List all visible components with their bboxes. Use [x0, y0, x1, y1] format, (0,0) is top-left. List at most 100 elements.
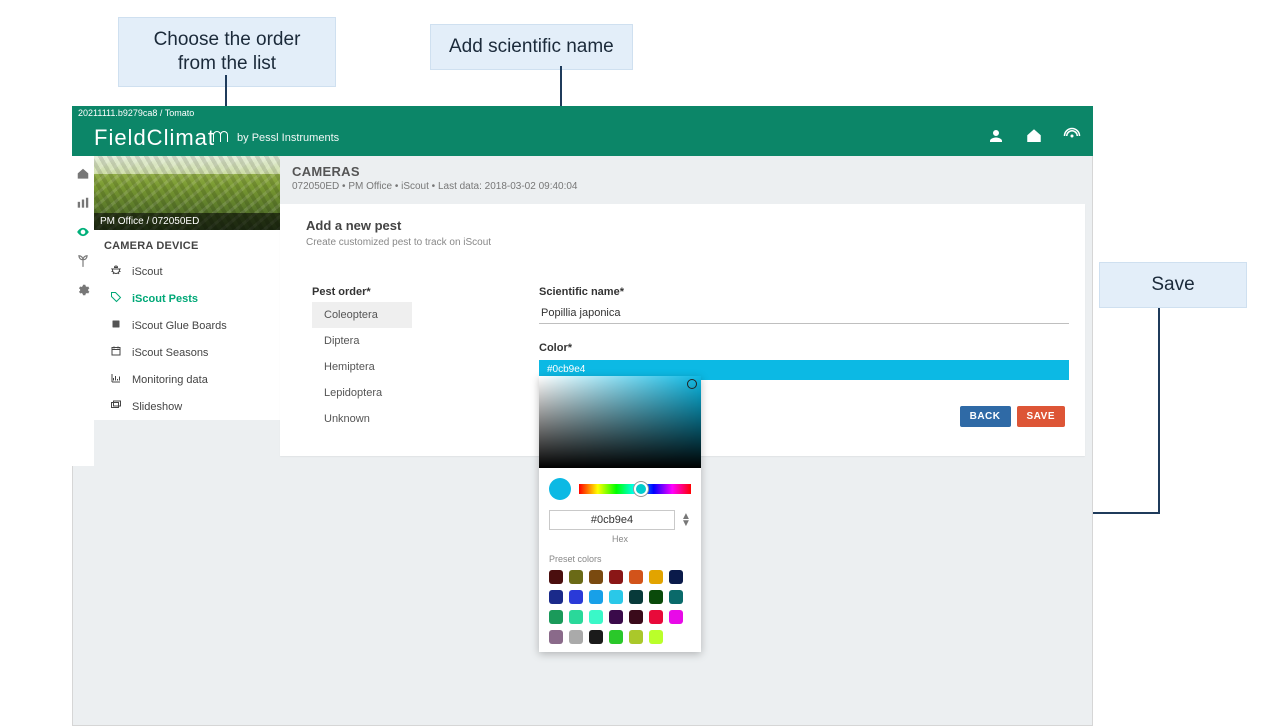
preset-color-swatch[interactable]	[549, 590, 563, 604]
broadcast-icon[interactable]	[1063, 127, 1081, 150]
save-button[interactable]: SAVE	[1017, 406, 1066, 427]
preset-color-swatch[interactable]	[549, 570, 563, 584]
brand-byline: by Pessl Instruments	[237, 132, 339, 144]
current-color-swatch	[549, 478, 571, 500]
eye-icon[interactable]	[76, 224, 91, 239]
sprout-icon[interactable]	[76, 253, 91, 268]
order-dropdown-list[interactable]: ColeopteraDipteraHemipteraLepidopteraUnk…	[312, 302, 412, 432]
sidebar-item-label: iScout Glue Boards	[132, 320, 227, 332]
brand-text: FieldClimat	[94, 125, 215, 151]
callout-scientific: Add scientific name	[430, 24, 633, 70]
hex-stepper[interactable]: ▲▼	[681, 513, 691, 527]
callout-order: Choose the orderfrom the list	[118, 17, 336, 87]
preset-colors-label: Preset colors	[549, 554, 691, 564]
page-subtitle: 072050ED • PM Office • iScout • Last dat…	[292, 181, 1073, 192]
preset-color-swatch[interactable]	[569, 570, 583, 584]
preset-color-swatch[interactable]	[669, 590, 683, 604]
preset-color-swatch[interactable]	[569, 590, 583, 604]
callout-line	[1084, 512, 1160, 514]
callout-order-text: Choose the orderfrom the list	[154, 29, 301, 74]
preset-color-swatch[interactable]	[669, 610, 683, 624]
house-icon[interactable]	[1025, 127, 1043, 150]
preset-color-swatch[interactable]	[669, 570, 683, 584]
page-title: CAMERAS	[292, 164, 1073, 179]
preset-color-swatch[interactable]	[649, 630, 663, 644]
sidebar-item-monitoring-data[interactable]: Monitoring data	[94, 366, 280, 393]
preset-color-swatch[interactable]	[589, 570, 603, 584]
order-option[interactable]: Lepidoptera	[312, 380, 412, 406]
sidebar-item-label: iScout Pests	[132, 293, 198, 305]
order-label: Pest order*	[312, 286, 371, 298]
left-rail	[72, 156, 94, 466]
sidebar-item-iscout-pests[interactable]: iScout Pests	[94, 285, 280, 312]
callout-save: Save	[1099, 262, 1247, 308]
brand-logo: FieldClimat	[94, 125, 227, 151]
order-option[interactable]: Hemiptera	[312, 354, 412, 380]
preset-color-swatch[interactable]	[649, 570, 663, 584]
preset-color-swatch[interactable]	[589, 630, 603, 644]
saturation-handle[interactable]	[687, 379, 697, 389]
camera-caption: PM Office / 072050ED	[94, 213, 280, 230]
card-description: Create customized pest to track on iScou…	[306, 237, 1067, 248]
preset-colors-grid	[549, 570, 691, 644]
slides-icon	[110, 399, 122, 414]
bug-icon	[110, 264, 122, 279]
color-label: Color*	[539, 342, 1069, 354]
hue-handle[interactable]	[634, 482, 648, 496]
preset-color-swatch[interactable]	[569, 610, 583, 624]
scientific-name-label: Scientific name*	[539, 286, 1069, 298]
calendar-icon	[110, 345, 122, 360]
scientific-name-input[interactable]: Popillia japonica	[539, 304, 1069, 324]
color-field-group: Color* #0cb9e4	[539, 342, 1069, 380]
preset-color-swatch[interactable]	[629, 590, 643, 604]
header-icons	[987, 127, 1081, 150]
form-buttons: BACK SAVE	[960, 406, 1065, 427]
preset-color-swatch[interactable]	[549, 610, 563, 624]
preset-color-swatch[interactable]	[629, 570, 643, 584]
camera-side-panel: PM Office / 072050ED CAMERA DEVICE iScou…	[94, 156, 280, 420]
square-icon	[110, 318, 122, 333]
preset-color-swatch[interactable]	[609, 610, 623, 624]
gear-icon[interactable]	[76, 282, 91, 297]
hex-label: Hex	[549, 534, 691, 544]
saturation-area[interactable]	[539, 376, 701, 468]
sidebar-item-label: iScout Seasons	[132, 347, 208, 359]
sidebar-item-slideshow[interactable]: Slideshow	[94, 393, 280, 420]
preset-color-swatch[interactable]	[589, 610, 603, 624]
sidebar-item-label: iScout	[132, 266, 163, 278]
preset-color-swatch[interactable]	[609, 630, 623, 644]
sidebar-item-iscout-seasons[interactable]: iScout Seasons	[94, 339, 280, 366]
preset-color-swatch[interactable]	[609, 570, 623, 584]
app-window: 20211111.b9279ca8 / Tomato FieldClimat b…	[72, 106, 1093, 726]
app-header: FieldClimat by Pessl Instruments	[72, 120, 1093, 156]
device-header: CAMERA DEVICE	[94, 230, 280, 258]
sidebar-item-label: Monitoring data	[132, 374, 208, 386]
preset-color-swatch[interactable]	[629, 630, 643, 644]
scientific-name-field-group: Scientific name* Popillia japonica	[539, 286, 1069, 324]
callout-line	[1158, 308, 1160, 514]
sidebar-item-iscout-glue-boards[interactable]: iScout Glue Boards	[94, 312, 280, 339]
breadcrumb: 20211111.b9279ca8 / Tomato	[72, 106, 1093, 120]
preset-color-swatch[interactable]	[609, 590, 623, 604]
user-icon[interactable]	[987, 127, 1005, 150]
card-title: Add a new pest	[306, 218, 1067, 233]
tag-icon	[110, 291, 122, 306]
order-option[interactable]: Coleoptera	[312, 302, 412, 328]
preset-color-swatch[interactable]	[549, 630, 563, 644]
sidebar-item-label: Slideshow	[132, 401, 182, 413]
preset-color-swatch[interactable]	[649, 610, 663, 624]
preset-color-swatch[interactable]	[629, 610, 643, 624]
callout-scientific-text: Add scientific name	[449, 36, 614, 57]
preset-color-swatch[interactable]	[589, 590, 603, 604]
color-picker-popup: #0cb9e4 ▲▼ Hex Preset colors	[539, 376, 701, 652]
back-button[interactable]: BACK	[960, 406, 1011, 427]
home-icon[interactable]	[76, 166, 91, 181]
preset-color-swatch[interactable]	[569, 630, 583, 644]
hex-input[interactable]: #0cb9e4	[549, 510, 675, 530]
sidebar-item-iscout[interactable]: iScout	[94, 258, 280, 285]
preset-color-swatch[interactable]	[649, 590, 663, 604]
bars-icon[interactable]	[76, 195, 91, 210]
order-option[interactable]: Unknown	[312, 406, 412, 432]
hue-slider[interactable]	[579, 484, 691, 494]
order-option[interactable]: Diptera	[312, 328, 412, 354]
